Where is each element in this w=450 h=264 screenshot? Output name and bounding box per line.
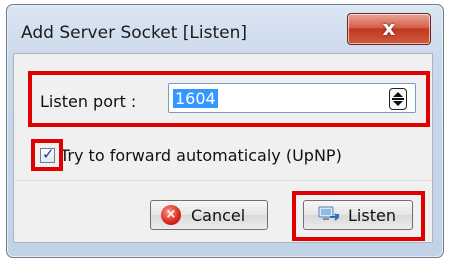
- close-button[interactable]: x: [347, 13, 431, 45]
- upnp-label[interactable]: Try to forward automaticaly (UpNP): [60, 146, 342, 165]
- close-icon: x: [382, 16, 396, 40]
- cancel-button[interactable]: × Cancel: [150, 200, 268, 230]
- highlight-port-row: [28, 71, 430, 127]
- cancel-circle-icon: ×: [161, 205, 181, 225]
- highlight-listen-button: [292, 191, 425, 241]
- highlight-checkbox: [31, 139, 63, 171]
- cancel-button-label: Cancel: [191, 206, 246, 225]
- dialog-title: Add Server Socket [Listen]: [21, 23, 247, 43]
